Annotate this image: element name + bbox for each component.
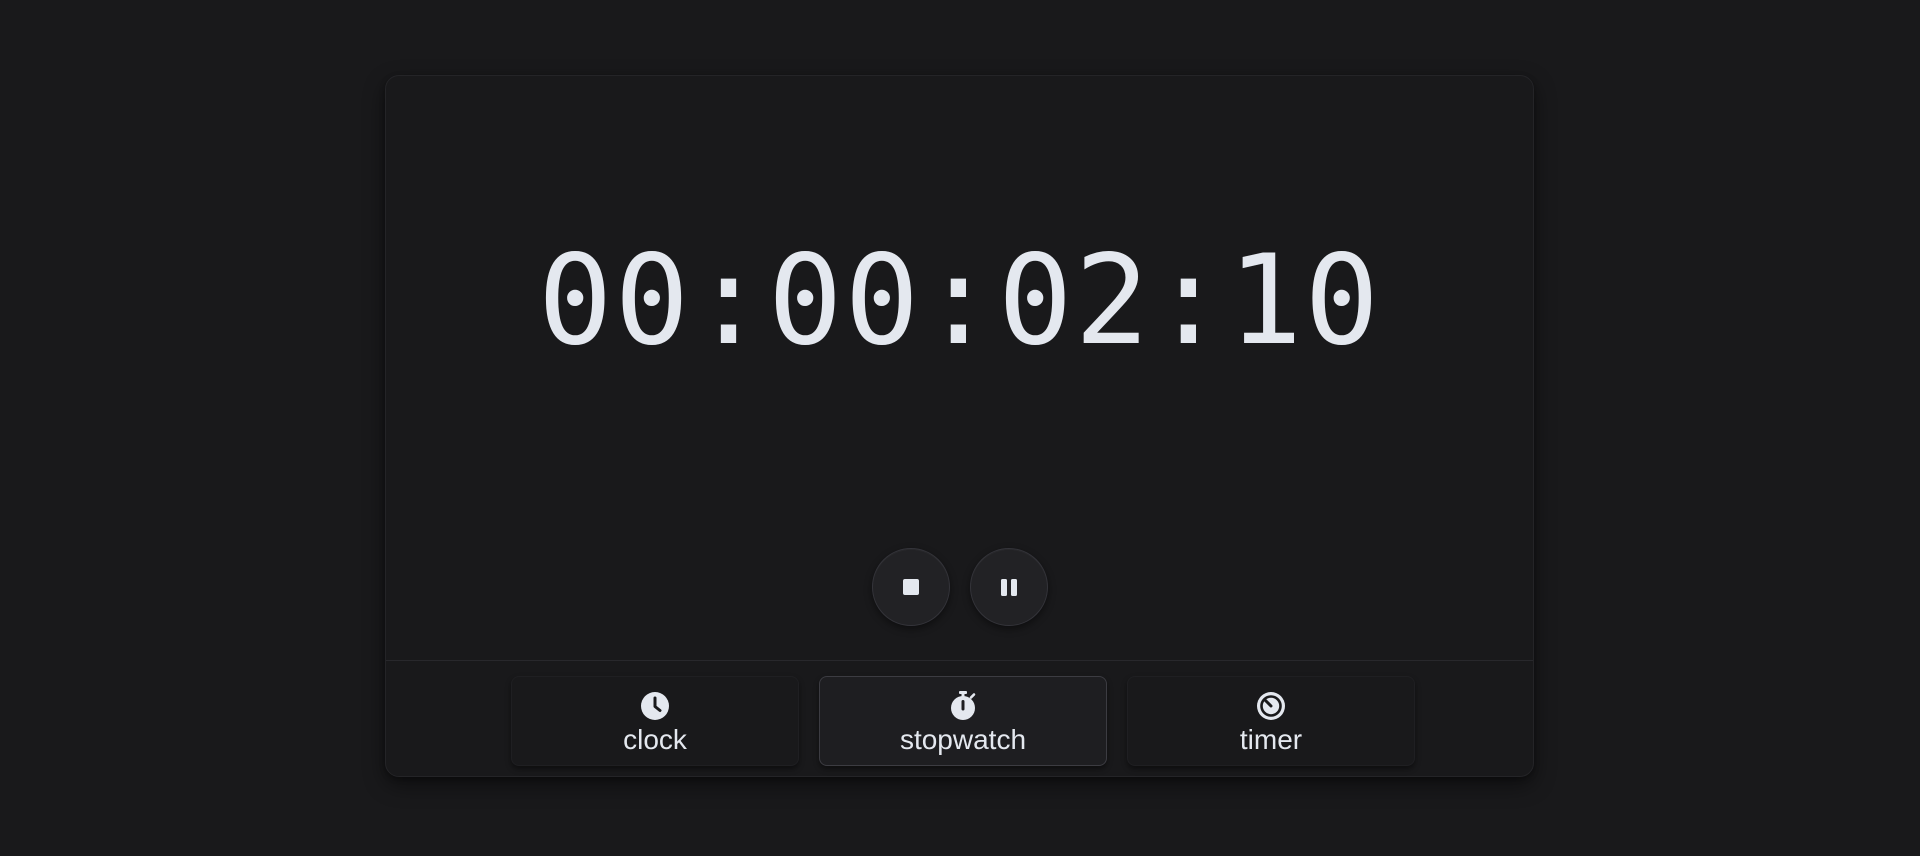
stop-icon [902,579,919,595]
clock-icon [641,692,669,720]
tab-stopwatch-label: stopwatch [899,724,1027,755]
tab-stopwatch[interactable]: stopwatch [819,676,1107,766]
stopwatch-icon [951,691,976,720]
stopwatch-controls [386,548,1533,626]
tab-clock[interactable]: clock [511,676,799,766]
divider [386,660,1533,661]
tab-clock-label: clock [623,724,687,755]
pause-icon [1000,578,1017,596]
stop-button[interactable] [871,548,950,626]
tab-timer[interactable]: timer [1127,676,1415,766]
pause-button[interactable] [969,548,1048,626]
mode-tabs: clock stopwatch timer [511,676,1415,766]
elapsed-time-display: 00:00:02:10 [537,229,1382,373]
tab-timer-label: timer [1239,724,1303,755]
timer-icon [1257,692,1285,720]
stopwatch-panel: 00:00:02:10 clock stopwatch timer [385,75,1534,777]
